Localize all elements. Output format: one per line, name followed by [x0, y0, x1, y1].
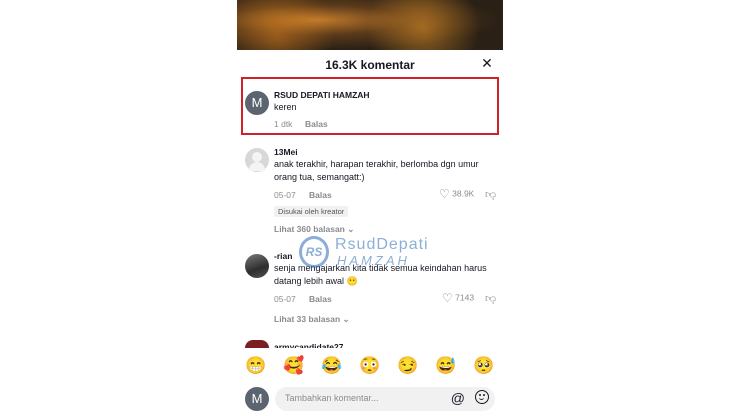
emoji-sweat-smile[interactable]: 😅 [434, 356, 458, 378]
comment-author[interactable]: RSUD DEPATI HAMZAH [274, 90, 370, 100]
watermark-text-bottom: HAMZAH [337, 253, 410, 268]
phone-screen: 16.3K komentar ✕ M RSUD DEPATI HAMZAH ke… [237, 0, 503, 416]
view-replies-button[interactable]: Lihat 360 balasan ⌄ [274, 224, 354, 235]
avatar[interactable] [245, 254, 269, 278]
like-count: 38.9K [452, 188, 475, 199]
heart-outline-icon: ♡ [442, 291, 453, 305]
avatar[interactable]: M [245, 387, 269, 411]
like-button[interactable]: ♡ 38.9K [439, 187, 474, 201]
comment-input-placeholder: Tambahkan komentar... [285, 393, 379, 403]
video-background [237, 0, 503, 50]
avatar[interactable] [245, 148, 269, 172]
comment-author[interactable]: 13Mei [274, 147, 298, 157]
emoji-pleading[interactable]: 🥺 [472, 356, 496, 378]
emoji-smirk[interactable]: 😏 [396, 356, 420, 378]
mention-icon[interactable]: @ [451, 390, 465, 406]
comment-time: 1 dtk [274, 119, 293, 129]
emoji-tears-of-joy[interactable]: 😂 [320, 356, 344, 378]
comment-time: 05-07 [274, 294, 296, 304]
emoji-picker-icon[interactable] [475, 390, 489, 404]
comment-input-bar: M Tambahkan komentar... @ [245, 385, 495, 413]
avatar[interactable] [245, 340, 269, 348]
comments-sheet: 16.3K komentar ✕ M RSUD DEPATI HAMZAH ke… [237, 50, 503, 416]
view-replies-button[interactable]: Lihat 33 balasan ⌄ [274, 314, 350, 325]
watermark-text-top: RsudDepati [335, 236, 429, 253]
comment-author[interactable]: -rian [274, 251, 292, 261]
comment-time: 05-07 [274, 190, 296, 200]
emoji-flushed[interactable]: 😳 [358, 356, 382, 378]
reply-button[interactable]: Balas [309, 190, 332, 200]
like-count: 7143 [455, 292, 475, 303]
emoji-grin[interactable]: 😁 [244, 356, 268, 378]
reply-button[interactable]: Balas [309, 294, 332, 304]
comment-text: keren [274, 102, 297, 112]
comment-text: anak terakhir, harapan terakhir, berlomb… [274, 159, 479, 182]
rs-logo-icon: RS [299, 236, 329, 268]
heart-outline-icon: ♡ [439, 187, 450, 201]
comment-author[interactable]: armycandidate27 [274, 342, 343, 348]
comment-input[interactable]: Tambahkan komentar... @ [275, 387, 495, 411]
reply-button[interactable]: Balas [305, 119, 328, 129]
like-button[interactable]: ♡ 7143 [442, 291, 474, 305]
close-icon[interactable]: ✕ [479, 55, 495, 71]
emoji-quick-bar: 😁 🥰 😂 😳 😏 😅 🥺 [237, 356, 503, 378]
creator-liked-badge: Disukai oleh kreator [274, 206, 349, 217]
comments-count-title: 16.3K komentar [325, 58, 415, 72]
emoji-hearts[interactable]: 🥰 [282, 356, 306, 378]
avatar[interactable]: M [245, 91, 269, 115]
thumbs-down-icon[interactable]: 👎︎ [485, 292, 496, 305]
thumbs-down-icon[interactable]: 👎︎ [485, 188, 496, 201]
